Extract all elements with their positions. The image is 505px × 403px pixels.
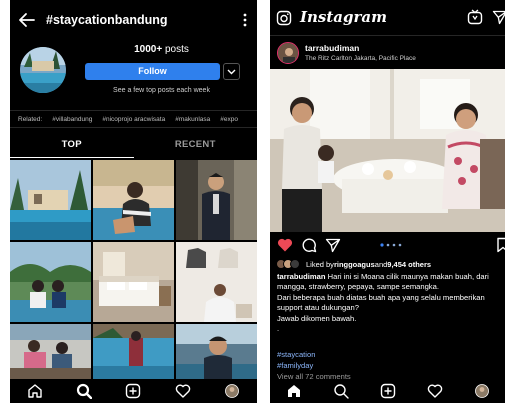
post-location[interactable]: The Ritz Carlton Jakarta, Pacific Place (305, 55, 416, 62)
hashtag-link[interactable]: #staycation (277, 350, 315, 361)
liked-prefix: Liked by (306, 259, 334, 269)
add-icon[interactable] (380, 383, 396, 399)
home-feed-screen: Instagram tarrabudiman The Ritz Carlton … (270, 0, 505, 403)
bookmark-icon[interactable] (495, 237, 505, 253)
hashtag-title: #staycationbandung (46, 13, 168, 27)
grid-post-pool-lady[interactable] (93, 324, 174, 379)
post-username[interactable]: tarrabudiman (305, 43, 359, 53)
caption-line: Jawab dikomen bawah. (277, 313, 357, 323)
grid-post-man-smile[interactable] (176, 324, 257, 379)
camera-icon[interactable] (276, 10, 292, 26)
post-image[interactable] (270, 69, 505, 232)
more-icon[interactable] (243, 13, 247, 27)
posts-grid (10, 160, 257, 379)
caption-line: Dari beberapa buah diatas buah apa yang … (277, 292, 485, 313)
heart-icon[interactable] (427, 383, 443, 399)
grid-post-clothes[interactable] (176, 242, 257, 322)
hashtag-page-screen: #staycationbandung 1000+ posts Follow Se… (10, 0, 257, 403)
feed-header: Instagram (270, 0, 505, 36)
home-icon[interactable] (27, 383, 43, 399)
grid-post-girl-pool[interactable] (93, 160, 174, 240)
igtv-icon[interactable] (467, 9, 483, 25)
grid-post-sofa[interactable] (10, 324, 91, 379)
grid-post-bedroom[interactable] (93, 242, 174, 322)
related-tag[interactable]: #villabandung (52, 116, 92, 123)
related-label: Related: (18, 115, 43, 123)
profile-icon[interactable] (224, 383, 240, 399)
liker-avatar (290, 259, 300, 269)
caption-hashtags: #staycation #familyday (277, 350, 315, 371)
liked-count[interactable]: 9,454 others (387, 260, 431, 269)
comment-icon[interactable] (301, 237, 317, 253)
caption-username[interactable]: tarrabudiman (277, 272, 326, 281)
bottom-nav (10, 379, 257, 403)
hashtag-link[interactable]: #familyday (277, 361, 315, 372)
grid-post-couple[interactable] (10, 242, 91, 322)
follow-dropdown-button[interactable] (223, 63, 240, 80)
related-tag[interactable]: #makunlasa (175, 116, 210, 123)
bottom-nav (270, 379, 505, 403)
back-arrow-icon[interactable] (18, 11, 36, 29)
related-tag[interactable]: #expo (220, 116, 238, 123)
profile-icon[interactable] (474, 383, 490, 399)
top-posts-hint: See a few top posts each week (113, 87, 210, 94)
liked-user[interactable]: ringgoagus (334, 260, 375, 269)
tab-recent[interactable]: RECENT (134, 134, 258, 158)
post-avatar[interactable] (277, 42, 299, 64)
home-icon[interactable] (286, 383, 302, 399)
related-tag[interactable]: #nicoprojo aracwisata (102, 116, 165, 123)
search-icon[interactable] (333, 383, 349, 399)
grid-post-pool[interactable] (10, 160, 91, 240)
search-icon[interactable] (76, 383, 93, 399)
caption-line: . (277, 324, 280, 334)
hashtag-header: #staycationbandung (10, 0, 257, 42)
likes-row[interactable]: Liked by ringgoagus and 9,454 others (276, 258, 431, 270)
direct-icon[interactable] (492, 9, 505, 25)
follow-button[interactable]: Follow (85, 63, 220, 80)
share-icon[interactable] (325, 237, 341, 253)
heart-icon[interactable] (277, 237, 293, 253)
posts-count: 1000+ posts (134, 44, 189, 55)
liked-mid: and (374, 259, 388, 269)
feed-tabs: TOP RECENT (10, 134, 257, 158)
chevron-down-icon (227, 69, 236, 75)
carousel-dots-icon (380, 243, 402, 247)
tab-top[interactable]: TOP (10, 134, 134, 158)
related-hashtags-bar: Related: #villabandung #nicoprojo aracwi… (10, 110, 257, 128)
add-icon[interactable] (125, 383, 141, 399)
heart-icon[interactable] (175, 383, 191, 399)
post-caption: tarrabudiman Hari ini si Moana cilik mau… (277, 272, 503, 334)
grid-post-man-suit[interactable] (176, 160, 257, 240)
hashtag-avatar (20, 47, 66, 93)
post-actions (270, 233, 505, 255)
instagram-logo: Instagram (300, 8, 387, 26)
